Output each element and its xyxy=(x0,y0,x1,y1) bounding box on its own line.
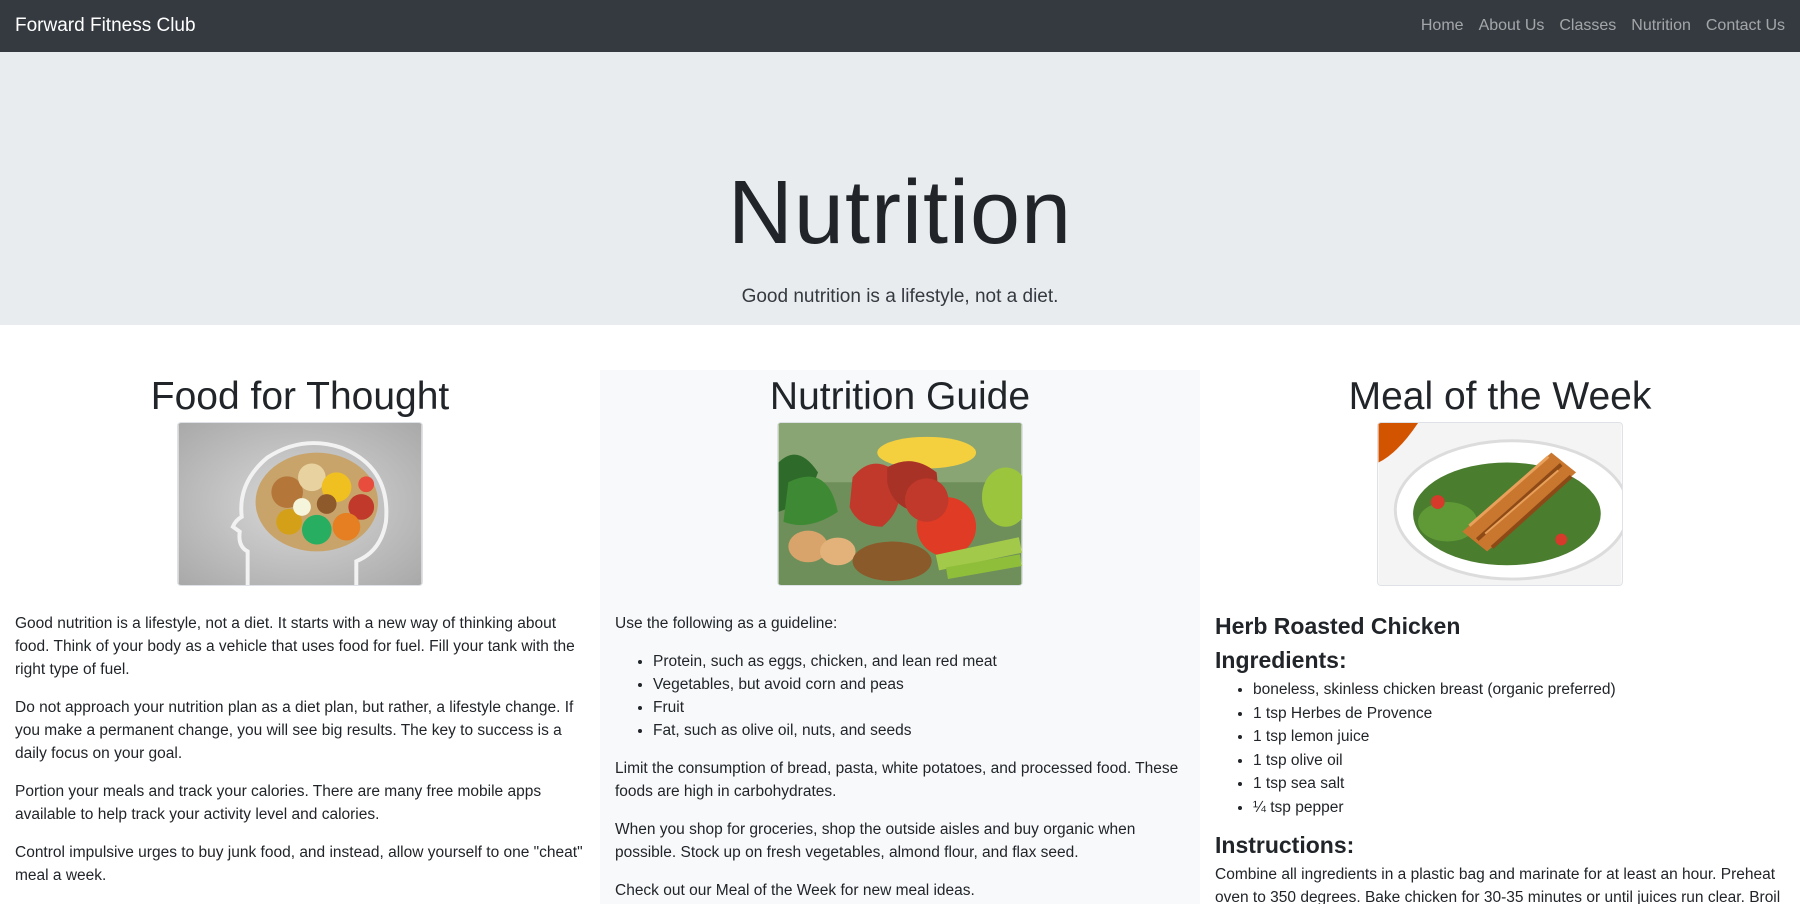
instructions-text: Combine all ingredients in a plastic bag… xyxy=(1215,866,1781,904)
list-item: Fruit xyxy=(653,696,1185,719)
jumbotron: Nutrition Good nutrition is a lifestyle,… xyxy=(0,52,1800,325)
nav-link-nutrition[interactable]: Nutrition xyxy=(1631,17,1691,35)
nav-link-contact-us[interactable]: Contact Us xyxy=(1706,17,1785,35)
list-item: 1 tsp sea salt xyxy=(1253,772,1785,796)
food-for-thought-title: Food for Thought xyxy=(150,375,450,418)
nav-links: Home About Us Classes Nutrition Contact … xyxy=(1421,17,1785,35)
chicken-meal-image xyxy=(1377,422,1623,586)
vegetables-image xyxy=(777,422,1023,586)
page-title: Nutrition xyxy=(727,163,1073,263)
ng-intro: Use the following as a guideline: xyxy=(615,615,838,632)
ng-paragraph-2: When you shop for groceries, shop the ou… xyxy=(615,821,1136,861)
meal-of-week-column: Meal of the Week Herb Roasted Chicken In… xyxy=(1200,370,1800,904)
ft-paragraph-1: Good nutrition is a lifestyle, not a die… xyxy=(15,615,575,678)
ng-paragraph-1: Limit the consumption of bread, pasta, w… xyxy=(615,760,1179,800)
list-item: Vegetables, but avoid corn and peas xyxy=(653,673,1185,696)
list-item: Fat, such as olive oil, nuts, and seeds xyxy=(653,719,1185,742)
list-item: 1 tsp olive oil xyxy=(1253,749,1785,773)
nav-link-about-us[interactable]: About Us xyxy=(1479,17,1545,35)
ng-paragraph-3: Check out our Meal of the Week for new m… xyxy=(615,882,975,899)
list-item: Protein, such as eggs, chicken, and lean… xyxy=(653,650,1185,673)
nav-link-classes[interactable]: Classes xyxy=(1559,17,1616,35)
page-lead: Good nutrition is a lifestyle, not a die… xyxy=(741,286,1059,307)
navbar: Forward Fitness Club Home About Us Class… xyxy=(0,0,1800,52)
nutrition-guide-title: Nutrition Guide xyxy=(769,375,1031,418)
ingredients-heading: Ingredients: xyxy=(1215,647,1347,673)
brain-food-image xyxy=(177,422,423,586)
nutrition-guide-column: Nutrition Guide Use the following as a g… xyxy=(600,370,1200,904)
instructions-heading: Instructions: xyxy=(1215,832,1355,858)
ng-list: Protein, such as eggs, chicken, and lean… xyxy=(615,650,1185,742)
brand-link[interactable]: Forward Fitness Club xyxy=(15,15,196,37)
list-item: boneless, skinless chicken breast (organ… xyxy=(1253,678,1785,702)
ft-paragraph-4: Control impulsive urges to buy junk food… xyxy=(15,844,583,884)
content-row: Food for Thought Good nutrition is a lif… xyxy=(0,370,1800,904)
recipe-title: Herb Roasted Chicken xyxy=(1215,613,1461,639)
ft-paragraph-2: Do not approach your nutrition plan as a… xyxy=(15,699,574,762)
food-for-thought-column: Food for Thought Good nutrition is a lif… xyxy=(0,370,600,904)
list-item: 1 tsp Herbes de Provence xyxy=(1253,702,1785,726)
meal-of-week-title: Meal of the Week xyxy=(1348,375,1652,418)
ft-paragraph-3: Portion your meals and track your calori… xyxy=(15,783,542,823)
list-item: 1 tsp lemon juice xyxy=(1253,725,1785,749)
list-item: ¼ tsp pepper xyxy=(1253,796,1785,820)
nav-link-home[interactable]: Home xyxy=(1421,17,1464,35)
ingredients-list: boneless, skinless chicken breast (organ… xyxy=(1215,678,1785,819)
